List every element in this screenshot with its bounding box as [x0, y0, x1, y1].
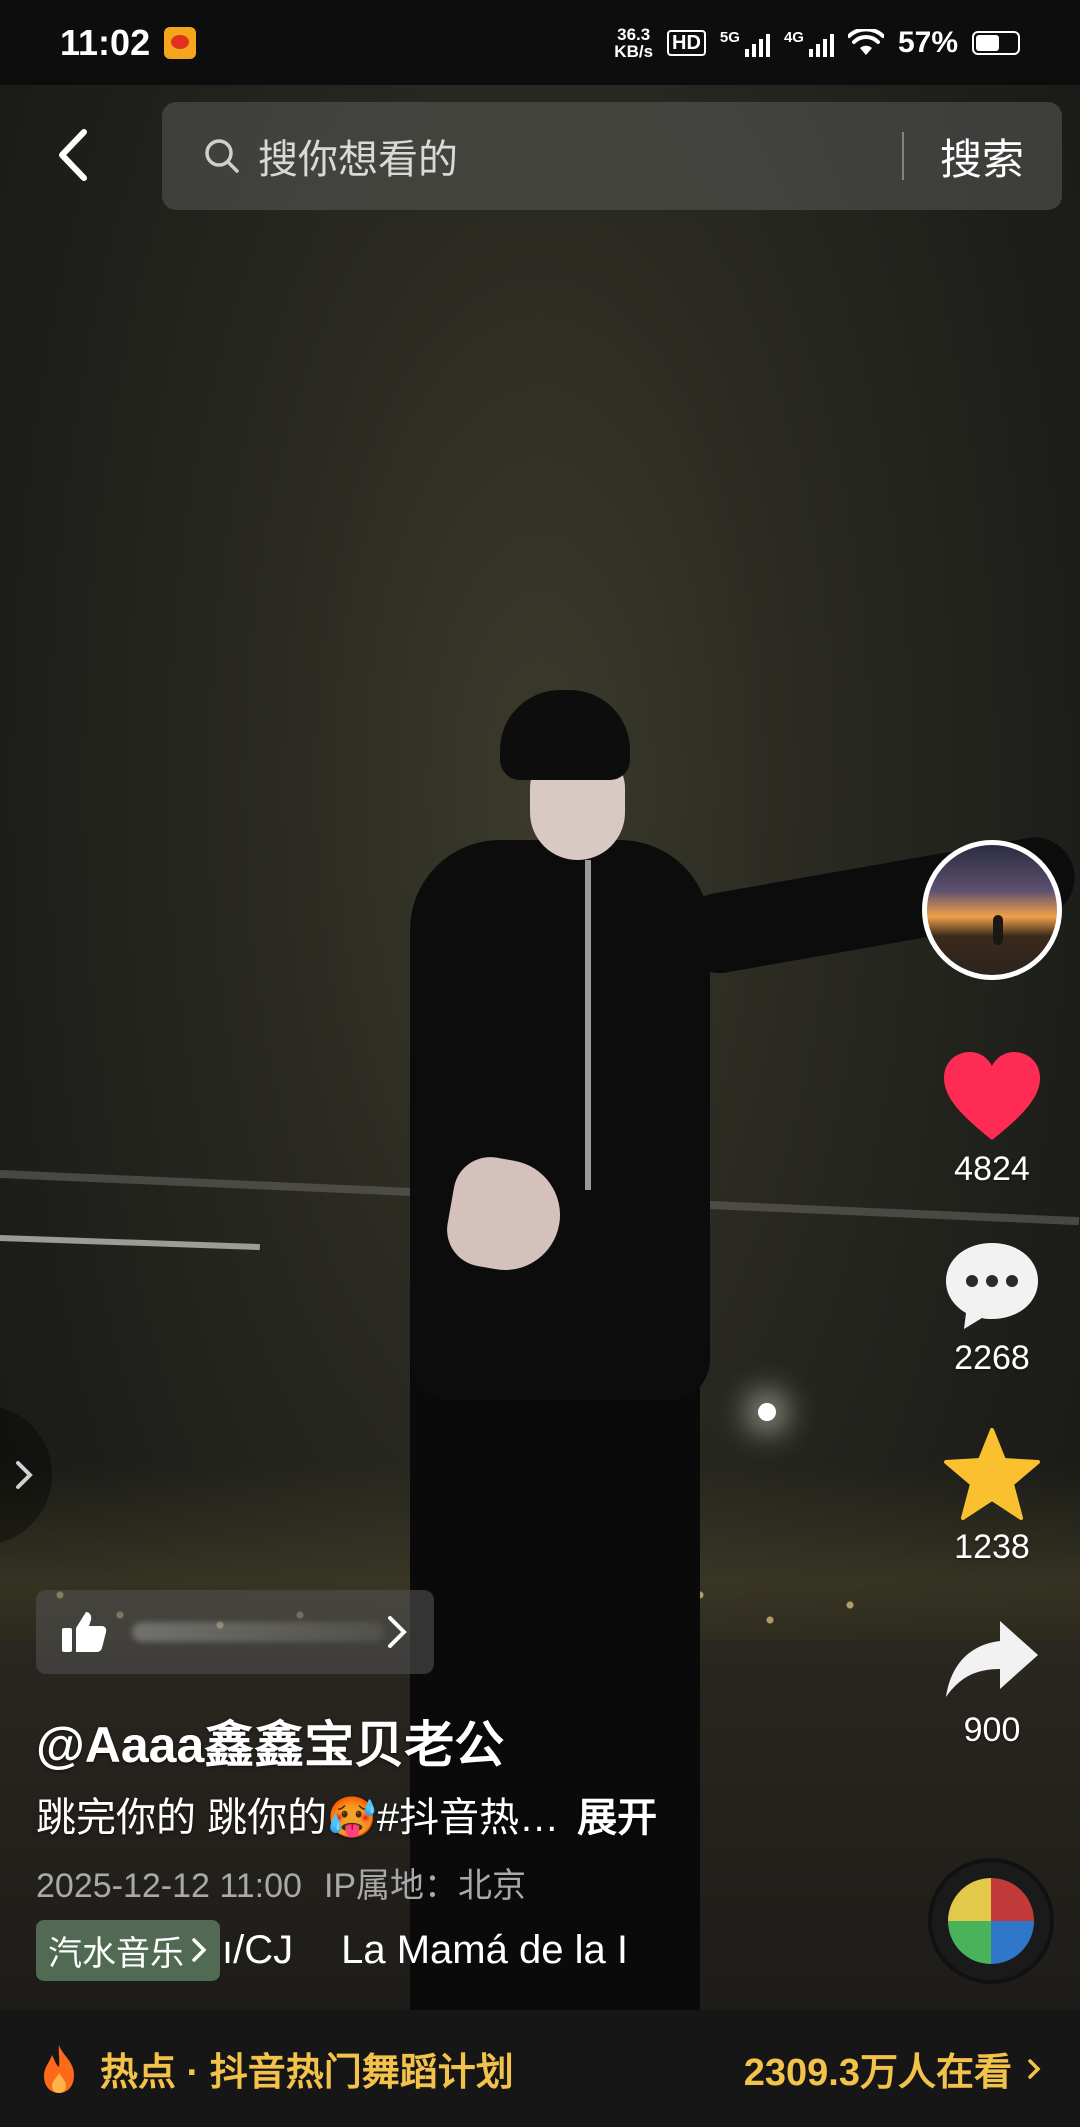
hot-topic-bar[interactable]: 热点 · 抖音热门舞蹈计划 2309.3万人在看 — [0, 2010, 1080, 2127]
ip-location: IP属地：北京 — [323, 1867, 527, 1905]
back-button[interactable] — [40, 120, 110, 190]
music-row[interactable]: 汽水音乐 ı/CJ La Mamá de la I — [36, 1919, 628, 1981]
video-caption: 跳完你的 跳你的🥵#抖音热… 展开 — [36, 1785, 657, 1843]
battery-fill — [976, 34, 999, 51]
post-timestamp: 2025-12-12 11:00 — [36, 1867, 302, 1905]
like-count: 4824 — [954, 1150, 1030, 1188]
dancer-zip — [585, 860, 591, 1190]
music-track-name: La Mamá de la I — [341, 1927, 628, 1972]
search-bar[interactable]: 搜你想看的 搜索 — [162, 102, 1062, 210]
signal-5g-label: 5G — [719, 28, 740, 46]
favorite-count: 1238 — [954, 1528, 1030, 1566]
search-button[interactable]: 搜索 — [904, 126, 1062, 187]
network-speed-value: 36.3 — [617, 24, 651, 44]
comment-button[interactable]: 2268 — [942, 1239, 1042, 1378]
chevron-right-icon — [192, 1938, 207, 1962]
share-button[interactable]: 900 — [942, 1617, 1042, 1750]
music-track-fragment: ı/CJ — [222, 1927, 294, 1972]
share-count: 900 — [963, 1711, 1021, 1749]
signal-5g-icon: 5G — [720, 29, 770, 57]
recommend-banner[interactable] — [36, 1590, 434, 1674]
chevron-right-icon — [388, 1616, 407, 1648]
caption-text: 跳完你的 跳你的🥵#抖音热… — [36, 1796, 560, 1840]
video-meta: 2025-12-12 11:00 IP属地：北京 — [36, 1858, 526, 1907]
search-input[interactable]: 搜你想看的 — [258, 127, 902, 185]
comment-icon — [946, 1243, 1038, 1329]
author-name[interactable]: @Aaaa鑫鑫宝贝老公 — [36, 1705, 504, 1777]
background-pipe — [0, 1235, 260, 1251]
hd-icon: HD — [667, 29, 706, 56]
hot-topic-text: 热点 · 抖音热门舞蹈计划 — [100, 2052, 514, 2094]
chevron-right-icon — [16, 1461, 33, 1489]
signal-4g-label: 4G — [783, 28, 804, 46]
douyin-video-screen: 11:02 36.3 KB/s HD 5G 4G 57% 搜你想看的 搜索 48… — [0, 0, 1080, 2127]
expand-button[interactable]: 展开 — [577, 1796, 657, 1840]
hot-viewer-count: 2309.3万人在看 — [743, 2052, 1012, 2094]
chevron-right-icon — [1028, 2058, 1041, 2079]
qishui-music-tag[interactable]: 汽水音乐 — [36, 1919, 220, 1981]
signal-4g-icon: 4G — [784, 29, 834, 57]
weibo-notification-icon — [164, 26, 197, 59]
status-time: 11:02 — [60, 21, 151, 63]
heart-icon — [944, 1052, 1040, 1140]
wifi-icon — [847, 28, 884, 55]
share-icon — [946, 1621, 1038, 1697]
status-bar: 11:02 36.3 KB/s HD 5G 4G 57% — [0, 0, 1080, 85]
flame-icon — [44, 2044, 74, 2093]
music-cover-art — [948, 1878, 1034, 1964]
recommend-banner-text — [132, 1622, 384, 1642]
comment-count: 2268 — [954, 1339, 1030, 1377]
battery-percent: 57% — [897, 25, 958, 59]
action-sidebar: 4824 2268 1238 900 — [922, 840, 1062, 1750]
music-disc[interactable] — [928, 1858, 1054, 1984]
thumbs-up-icon — [62, 1612, 107, 1652]
status-indicators: 36.3 KB/s HD 5G 4G 57% — [614, 26, 1020, 60]
author-avatar[interactable] — [922, 840, 1062, 980]
dancer-torso — [410, 840, 710, 1400]
battery-icon — [972, 30, 1020, 55]
search-icon — [205, 139, 239, 173]
favorite-button[interactable]: 1238 — [942, 1428, 1042, 1567]
star-icon — [944, 1428, 1040, 1520]
network-speed: 36.3 KB/s — [614, 26, 653, 60]
dancer-cap — [500, 690, 630, 780]
like-button[interactable]: 4824 — [942, 1050, 1042, 1189]
network-speed-unit: KB/s — [614, 41, 654, 61]
music-tag-label: 汽水音乐 — [48, 1934, 184, 1973]
chevron-left-icon — [59, 129, 87, 181]
